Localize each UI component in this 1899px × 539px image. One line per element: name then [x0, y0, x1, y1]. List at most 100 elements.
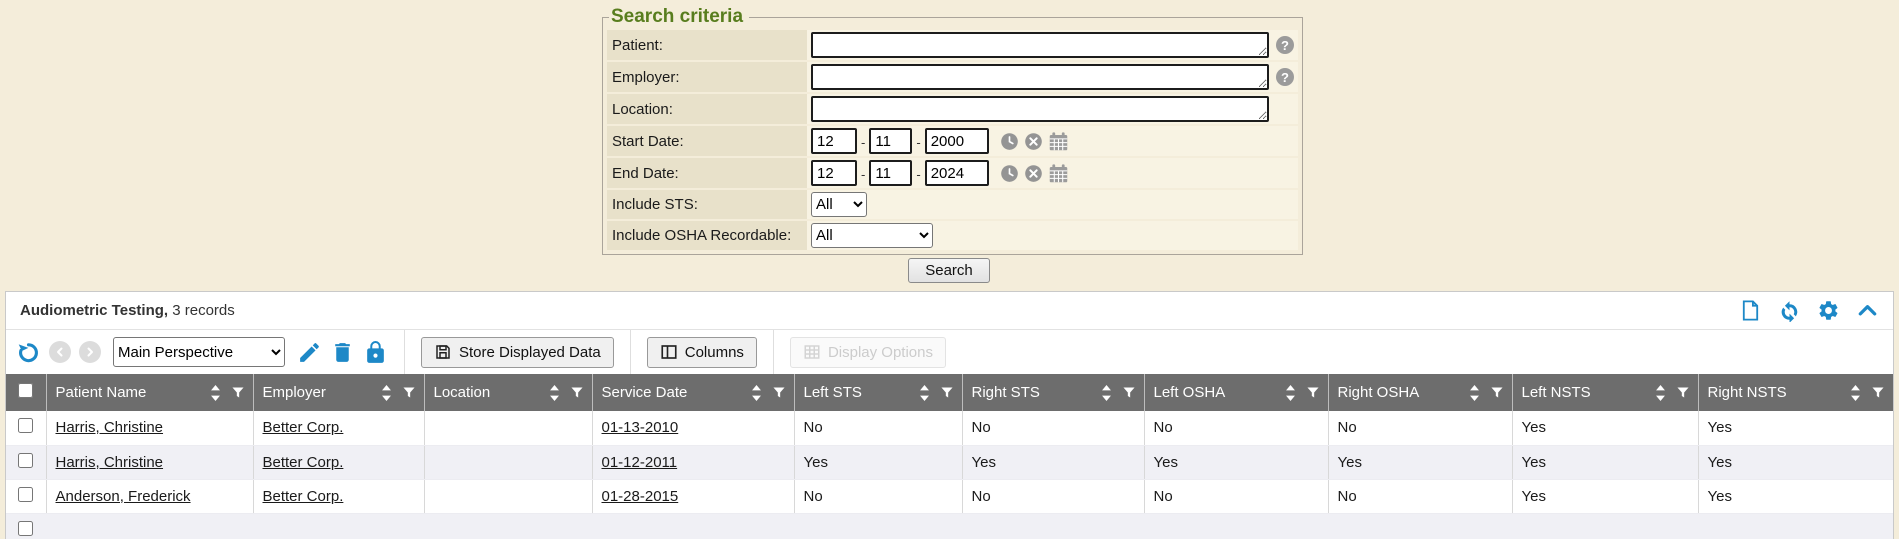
store-displayed-data-label: Store Displayed Data	[459, 344, 601, 361]
perspective-select[interactable]: Main Perspective	[113, 337, 285, 367]
panel-titlebar: Audiometric Testing, 3 records	[6, 292, 1893, 330]
sort-icon[interactable]	[548, 385, 561, 401]
filter-icon[interactable]	[1306, 385, 1320, 400]
table-row: Harris, Christine Better Corp. 01-13-201…	[6, 411, 1893, 445]
new-record-icon[interactable]	[1739, 299, 1762, 322]
location-input[interactable]	[811, 96, 1269, 122]
right-osha-cell: Yes	[1328, 445, 1512, 479]
column-header-patient-name[interactable]: Patient Name	[56, 384, 209, 401]
sort-icon[interactable]	[750, 385, 763, 401]
include-sts-select[interactable]: All	[811, 192, 867, 217]
undo-icon[interactable]	[16, 340, 41, 365]
patient-row: Patient: ?	[607, 30, 1298, 60]
start-date-month-input[interactable]	[811, 128, 857, 154]
service-date-link[interactable]: 01-28-2015	[602, 488, 679, 505]
row-checkbox[interactable]	[18, 418, 33, 433]
service-date-link[interactable]: 01-13-2010	[602, 419, 679, 436]
search-button-row: Search	[602, 258, 1296, 283]
service-date-link[interactable]: 01-12-2011	[602, 454, 678, 471]
grid-toolbar: Main Perspective Store Displayed Data Co…	[6, 330, 1893, 374]
start-date-day-input[interactable]	[869, 128, 912, 154]
column-header-service-date[interactable]: Service Date	[602, 384, 750, 401]
filter-icon[interactable]	[1871, 385, 1885, 400]
employer-row: Employer: ?	[607, 62, 1298, 92]
filter-icon[interactable]	[1490, 385, 1504, 400]
employer-link[interactable]: Better Corp.	[263, 488, 344, 505]
include-osha-select[interactable]: All	[811, 223, 933, 248]
left-osha-cell: No	[1144, 411, 1328, 445]
sort-icon[interactable]	[1654, 385, 1667, 401]
select-all-checkbox[interactable]	[18, 383, 33, 398]
delete-icon[interactable]	[330, 340, 355, 365]
left-sts-cell: No	[794, 479, 962, 513]
table-row: Anderson, Frederick Better Corp. 01-28-2…	[6, 479, 1893, 513]
filter-icon[interactable]	[402, 385, 416, 400]
sort-icon[interactable]	[380, 385, 393, 401]
column-header-location[interactable]: Location	[434, 384, 548, 401]
column-header-left-sts[interactable]: Left STS	[804, 384, 918, 401]
settings-icon[interactable]	[1817, 299, 1840, 322]
patient-link[interactable]: Harris, Christine	[56, 454, 164, 471]
sort-icon[interactable]	[1100, 385, 1113, 401]
right-nsts-cell: Yes	[1698, 411, 1893, 445]
column-header-right-osha[interactable]: Right OSHA	[1338, 384, 1468, 401]
filter-icon[interactable]	[570, 385, 584, 400]
audiometric-results-table: Patient Name Employer Location Service D…	[6, 374, 1893, 539]
column-header-left-nsts[interactable]: Left NSTS	[1522, 384, 1654, 401]
employer-input[interactable]	[811, 64, 1269, 90]
employer-link[interactable]: Better Corp.	[263, 419, 344, 436]
sort-icon[interactable]	[1468, 385, 1481, 401]
collapse-icon[interactable]	[1856, 299, 1879, 322]
clear-icon[interactable]	[1024, 164, 1043, 183]
end-date-year-input[interactable]	[925, 160, 989, 186]
refresh-icon[interactable]	[1778, 299, 1801, 322]
sort-icon[interactable]	[1849, 385, 1862, 401]
location-row: Location:	[607, 94, 1298, 124]
footer-checkbox[interactable]	[18, 521, 33, 536]
lock-icon[interactable]	[363, 340, 388, 365]
empty-footer-row	[6, 513, 1893, 539]
patient-link[interactable]: Anderson, Frederick	[56, 488, 191, 505]
end-date-month-input[interactable]	[811, 160, 857, 186]
right-nsts-cell: Yes	[1698, 479, 1893, 513]
end-date-row: End Date: - -	[607, 158, 1298, 188]
search-button[interactable]: Search	[908, 258, 990, 283]
column-header-right-sts[interactable]: Right STS	[972, 384, 1100, 401]
row-checkbox[interactable]	[18, 487, 33, 502]
sort-icon[interactable]	[209, 385, 222, 401]
filter-icon[interactable]	[772, 385, 786, 400]
clock-icon[interactable]	[1000, 132, 1019, 151]
patient-input[interactable]	[811, 32, 1269, 58]
filter-icon[interactable]	[1676, 385, 1690, 400]
start-date-year-input[interactable]	[925, 128, 989, 154]
edit-icon[interactable]	[297, 340, 322, 365]
sort-icon[interactable]	[1284, 385, 1297, 401]
column-header-right-nsts[interactable]: Right NSTS	[1708, 384, 1850, 401]
left-osha-cell: No	[1144, 479, 1328, 513]
calendar-icon[interactable]	[1048, 163, 1069, 184]
column-header-employer[interactable]: Employer	[263, 384, 380, 401]
filter-icon[interactable]	[1122, 385, 1136, 400]
next-icon	[79, 341, 101, 363]
toolbar-separator	[773, 330, 774, 374]
store-displayed-data-button[interactable]: Store Displayed Data	[421, 337, 614, 368]
employer-link[interactable]: Better Corp.	[263, 454, 344, 471]
calendar-icon[interactable]	[1048, 131, 1069, 152]
row-checkbox[interactable]	[18, 453, 33, 468]
right-osha-cell: No	[1328, 411, 1512, 445]
table-header-row: Patient Name Employer Location Service D…	[6, 374, 1893, 411]
sort-icon[interactable]	[918, 385, 931, 401]
patient-link[interactable]: Harris, Christine	[56, 419, 164, 436]
columns-button[interactable]: Columns	[647, 337, 757, 368]
end-date-day-input[interactable]	[869, 160, 912, 186]
left-sts-cell: Yes	[794, 445, 962, 479]
filter-icon[interactable]	[231, 385, 245, 400]
right-sts-cell: No	[962, 479, 1144, 513]
column-header-left-osha[interactable]: Left OSHA	[1154, 384, 1284, 401]
clear-icon[interactable]	[1024, 132, 1043, 151]
filter-icon[interactable]	[940, 385, 954, 400]
help-icon[interactable]: ?	[1276, 68, 1294, 86]
clock-icon[interactable]	[1000, 164, 1019, 183]
help-icon[interactable]: ?	[1276, 36, 1294, 54]
toolbar-separator	[630, 330, 631, 374]
